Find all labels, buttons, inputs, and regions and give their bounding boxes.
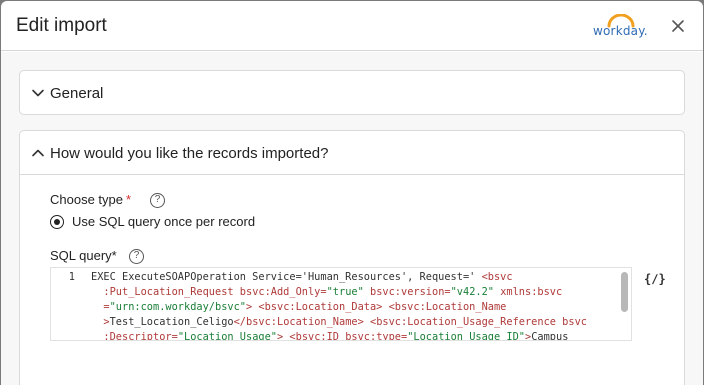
line-number: 1 xyxy=(68,271,75,283)
required-marker: * xyxy=(126,192,132,207)
sql-query-text: SQL query xyxy=(50,248,112,263)
code-line: >Test_Location_Celigo</bsvc:Location_Nam… xyxy=(103,316,587,328)
choose-type-label: Choose type * xyxy=(50,192,131,207)
edit-import-dialog: Edit import workday. General How would y… xyxy=(1,1,703,385)
editor-scrollbar[interactable] xyxy=(621,272,628,312)
workday-logo-text: workday. xyxy=(593,24,648,38)
code-line: EXEC ExecuteSOAPOperation Service='Human… xyxy=(91,271,513,283)
help-icon[interactable]: ? xyxy=(129,249,144,264)
close-button[interactable] xyxy=(669,17,687,35)
radio-sql-once-per-record-label[interactable]: Use SQL query once per record xyxy=(72,214,255,229)
code-line: :Descriptor="Location Usage"> <bsvc:ID b… xyxy=(103,331,569,341)
code-line: :Put_Location_Request bsvc:Add_Only="tru… xyxy=(103,286,563,298)
code-line: ="urn:com.workday/bsvc"> <bsvc:Location_… xyxy=(103,301,507,313)
close-icon xyxy=(672,20,684,32)
section-general: General xyxy=(19,70,685,115)
choose-type-text: Choose type xyxy=(50,192,123,207)
section-records: How would you like the records imported?… xyxy=(19,130,685,385)
section-records-header[interactable]: How would you like the records imported? xyxy=(20,131,684,175)
sql-required-marker: * xyxy=(111,248,117,263)
sql-query-editor[interactable]: 1 EXEC ExecuteSOAPOperation Service='Hum… xyxy=(50,267,632,341)
formula-builder-button[interactable]: {∕} xyxy=(644,272,666,286)
chevron-down-icon xyxy=(32,89,44,97)
workday-logo: workday. xyxy=(591,14,649,40)
dialog-header: Edit import workday. xyxy=(1,1,703,51)
chevron-up-icon xyxy=(32,149,44,157)
sql-query-label: SQL query* xyxy=(50,248,117,263)
help-icon[interactable]: ? xyxy=(150,193,165,208)
radio-sql-once-per-record[interactable] xyxy=(50,215,64,229)
editor-code[interactable]: EXEC ExecuteSOAPOperation Service='Human… xyxy=(91,270,619,341)
dialog-body: General How would you like the records i… xyxy=(1,52,703,385)
editor-gutter: 1 xyxy=(51,268,81,340)
section-records-title: How would you like the records imported? xyxy=(50,145,329,162)
section-general-header[interactable]: General xyxy=(20,71,684,115)
dialog-title: Edit import xyxy=(16,15,107,36)
section-general-title: General xyxy=(50,85,104,102)
